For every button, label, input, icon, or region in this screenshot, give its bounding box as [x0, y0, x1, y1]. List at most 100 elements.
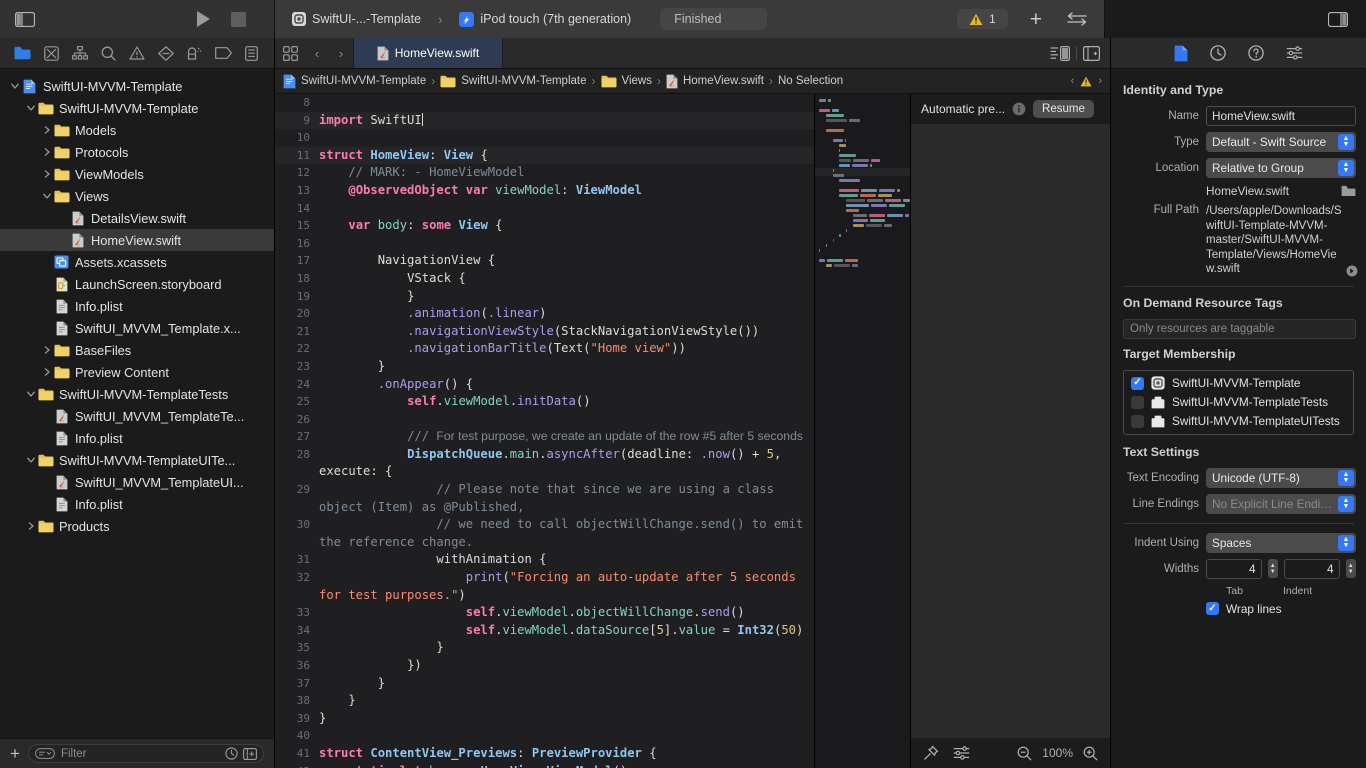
breakpoint-navigator-icon[interactable] — [209, 42, 238, 64]
file-tree-row[interactable]: Products — [0, 515, 274, 537]
source-control-navigator-icon[interactable] — [37, 42, 66, 64]
source-code-editor[interactable]: 8 9 import SwiftUI 10 11 struct HomeView: V… — [275, 94, 814, 768]
add-button[interactable]: + — [1030, 9, 1042, 30]
chevron-updown-icon[interactable]: ▲ ▼ — [1338, 469, 1354, 486]
code-text[interactable]: var body: some View { — [319, 217, 814, 235]
code-text[interactable]: .animation(.linear) — [319, 305, 814, 323]
file-tree-row[interactable]: SwiftUI-MVVM-TemplateUITe... — [0, 449, 274, 471]
preview-canvas[interactable] — [911, 124, 1110, 738]
code-text[interactable] — [319, 200, 814, 218]
run-button[interactable] — [195, 10, 211, 28]
file-tree-row[interactable]: Views — [0, 185, 274, 207]
tab-overview-icon[interactable] — [275, 38, 305, 68]
file-tree-row[interactable]: SwiftUI_MVVM_TemplateUI... — [0, 471, 274, 493]
disclosure-right-icon[interactable] — [24, 522, 37, 530]
warning-badge[interactable]: 1 — [957, 9, 1008, 29]
file-tree-row[interactable]: LaunchScreen.storyboard — [0, 273, 274, 295]
zoom-in-icon[interactable] — [1083, 746, 1098, 761]
code-line[interactable]: 37 } — [275, 675, 814, 693]
code-line[interactable]: 17 NavigationView { — [275, 252, 814, 270]
code-text[interactable]: struct ContentView_Previews: PreviewProv… — [319, 745, 814, 763]
code-line[interactable]: 36 }) — [275, 657, 814, 675]
disclosure-right-icon[interactable] — [40, 148, 53, 156]
code-line[interactable]: 25 self.viewModel.initData() — [275, 393, 814, 411]
code-text[interactable]: // we need to call objectWillChange.send… — [319, 516, 814, 551]
code-text[interactable]: } — [319, 675, 814, 693]
file-tree-row[interactable]: Preview Content — [0, 361, 274, 383]
code-text[interactable]: } — [319, 692, 814, 710]
indent-width-stepper[interactable]: ▲ ▼ — [1345, 559, 1356, 578]
code-line[interactable]: 18 VStack { — [275, 270, 814, 288]
target-checkbox[interactable]: ✓ — [1131, 376, 1144, 390]
file-tree-row[interactable]: SwiftUI-MVVM-Template — [0, 97, 274, 119]
target-membership-row[interactable]: SwiftUI-MVVM-TemplateUITests — [1124, 412, 1353, 431]
toggle-navigator-icon[interactable] — [14, 8, 36, 30]
code-text[interactable]: DispatchQueue.main.asyncAfter(deadline: … — [319, 446, 814, 481]
code-text[interactable]: }) — [319, 657, 814, 675]
wrap-lines-checkbox[interactable]: ✓ — [1206, 602, 1219, 615]
code-line[interactable]: 30 // we need to call objectWillChange.s… — [275, 516, 814, 551]
breadcrumb-item[interactable]: SwiftUI-MVVM-Template — [440, 75, 587, 88]
zoom-out-icon[interactable] — [1017, 746, 1032, 761]
file-tree-row[interactable]: Info.plist — [0, 295, 274, 317]
code-text[interactable] — [319, 727, 814, 745]
code-text[interactable]: /// For test purpose, we create an updat… — [319, 428, 814, 446]
file-tree-row[interactable]: Info.plist — [0, 427, 274, 449]
file-tree-row[interactable]: Info.plist — [0, 493, 274, 515]
code-text[interactable]: } — [319, 710, 814, 728]
back-button[interactable]: ‹ — [305, 38, 329, 68]
wrap-lines-row[interactable]: ✓ Wrap lines — [1206, 602, 1356, 616]
target-checkbox[interactable] — [1131, 414, 1144, 428]
info-icon[interactable] — [1012, 102, 1026, 116]
code-line[interactable]: 40 — [275, 727, 814, 745]
code-line[interactable]: 27 /// For test purpose, we create an up… — [275, 428, 814, 446]
code-text[interactable]: // MARK: - HomeViewModel — [319, 164, 814, 182]
code-line[interactable]: 35 } — [275, 639, 814, 657]
help-inspector-icon[interactable] — [1248, 45, 1264, 61]
forward-button[interactable]: › — [329, 38, 353, 68]
disclosure-down-icon[interactable] — [8, 82, 21, 90]
chevron-updown-icon[interactable]: ▲ ▼ — [1338, 134, 1354, 150]
code-text[interactable]: import SwiftUI — [319, 112, 814, 130]
target-membership-row[interactable]: SwiftUI-MVVM-TemplateTests — [1124, 393, 1353, 412]
code-line[interactable]: 15 var body: some View { — [275, 217, 814, 235]
file-tree-row[interactable]: Models — [0, 119, 274, 141]
attributes-inspector-icon[interactable] — [1286, 46, 1303, 60]
type-select[interactable]: Default - Swift Source — [1206, 132, 1356, 152]
indent-using-select[interactable]: Spaces — [1206, 532, 1356, 553]
file-tree-row[interactable]: SwiftUI_MVVM_Template.x... — [0, 317, 274, 339]
disclosure-down-icon[interactable] — [40, 192, 53, 200]
file-tree-row[interactable]: SwiftUI-MVVM-TemplateTests — [0, 383, 274, 405]
breadcrumb[interactable]: SwiftUI-MVVM-Template › SwiftUI-MVVM-Templ… — [275, 69, 1110, 94]
scheme-selector[interactable]: SwiftUI-...-Template — [285, 9, 428, 29]
code-line[interactable]: 32 print("Forcing an auto-update after 5… — [275, 569, 814, 604]
code-minimap[interactable] — [814, 94, 910, 768]
code-text[interactable]: VStack { — [319, 270, 814, 288]
toggle-inspector-icon[interactable] — [1328, 11, 1348, 27]
breadcrumb-issue-nav[interactable]: ‹ › — [1071, 75, 1102, 87]
code-line[interactable]: 12 // MARK: - HomeViewModel — [275, 164, 814, 182]
code-line[interactable]: 23 } — [275, 358, 814, 376]
disclosure-right-icon[interactable] — [40, 170, 53, 178]
file-tree-row[interactable]: Assets.xcassets — [0, 251, 274, 273]
recent-files-icon[interactable] — [225, 747, 238, 760]
code-text[interactable] — [319, 94, 814, 112]
code-text[interactable]: static let home = HomeView_ViewModel() — [319, 763, 814, 768]
code-text[interactable]: } — [319, 288, 814, 306]
disclosure-down-icon[interactable] — [24, 390, 37, 398]
disclosure-right-icon[interactable] — [40, 126, 53, 134]
breadcrumb-item[interactable]: Views — [601, 75, 652, 88]
file-tree-row[interactable]: HomeView.swift — [0, 229, 274, 251]
indent-width-input[interactable]: 4 — [1284, 558, 1340, 579]
code-line[interactable]: 34 self.viewModel.dataSource[5].value = … — [275, 622, 814, 640]
code-text[interactable]: .navigationBarTitle(Text("Home view")) — [319, 340, 814, 358]
code-line[interactable]: 33 self.viewModel.objectWillChange.send(… — [275, 604, 814, 622]
code-line[interactable]: 24 .onAppear() { — [275, 376, 814, 394]
add-editor-icon[interactable] — [1083, 45, 1100, 61]
line-endings-select[interactable]: No Explicit Line Endings — [1206, 493, 1356, 514]
breadcrumb-item[interactable]: SwiftUI-MVVM-Template — [283, 74, 426, 89]
choose-folder-icon[interactable] — [1341, 185, 1356, 197]
name-input[interactable]: HomeView.swift — [1206, 106, 1356, 126]
file-tree-row[interactable]: BaseFiles — [0, 339, 274, 361]
resume-button[interactable]: Resume — [1033, 100, 1094, 118]
